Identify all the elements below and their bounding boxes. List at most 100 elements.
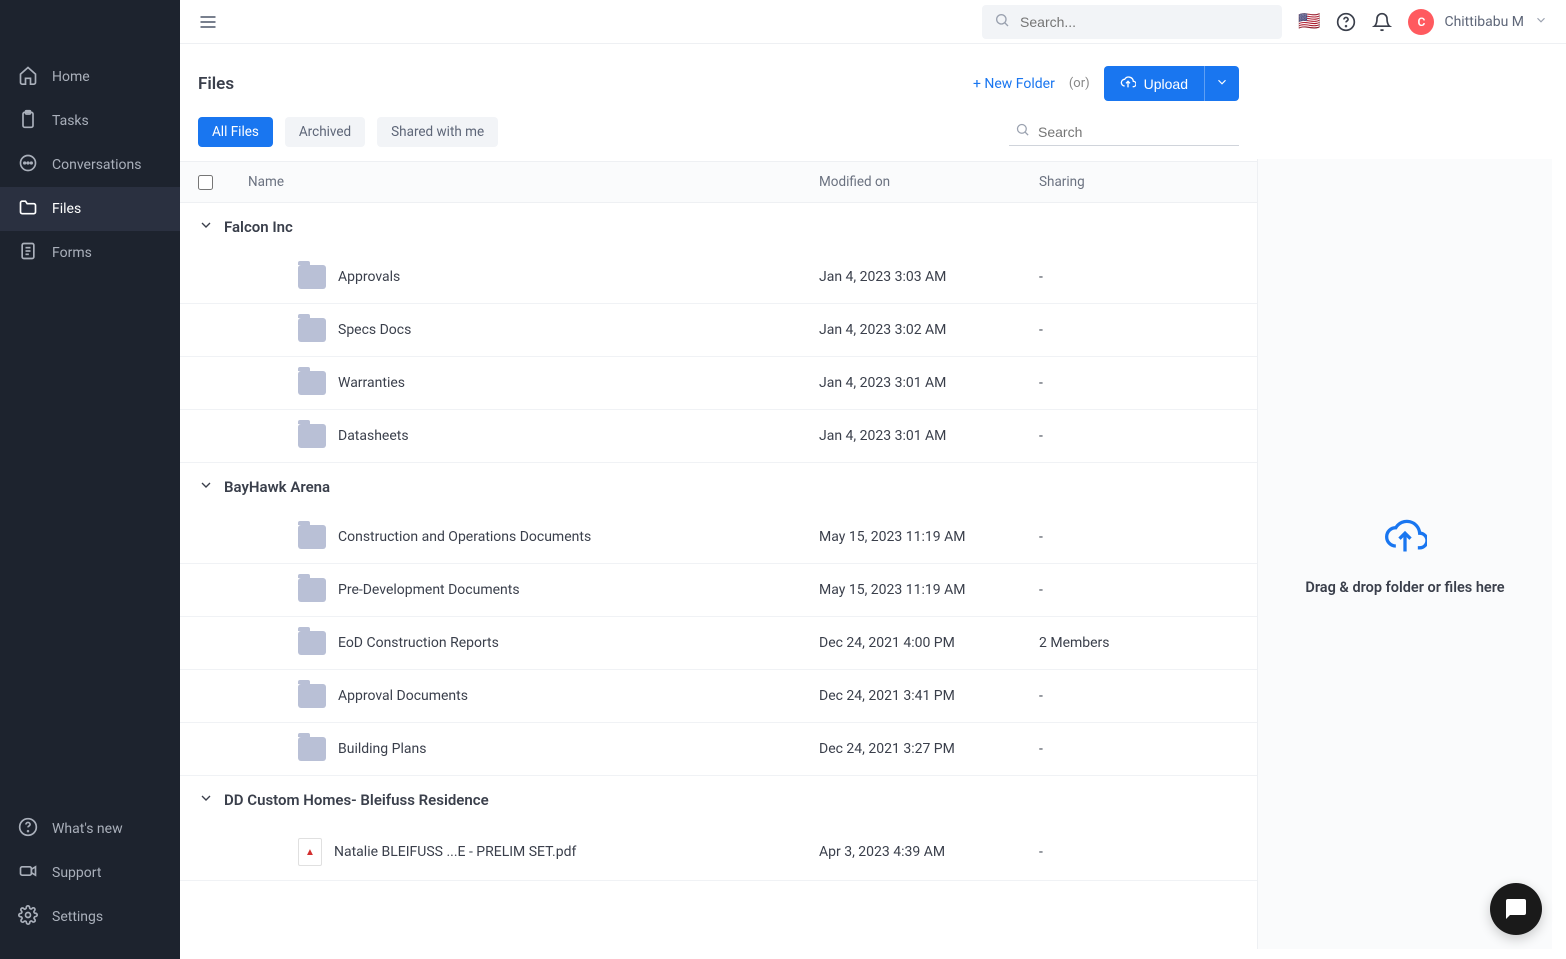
table-row[interactable]: EoD Construction ReportsDec 24, 2021 4:0… <box>180 617 1257 670</box>
table-row[interactable]: Specs DocsJan 4, 2023 3:02 AM- <box>180 304 1257 357</box>
home-icon <box>18 65 38 89</box>
upload-button[interactable]: Upload <box>1104 66 1204 101</box>
language-flag[interactable]: 🇺🇸 <box>1298 11 1320 32</box>
file-name: EoD Construction Reports <box>338 635 499 651</box>
group-name: Falcon Inc <box>224 218 293 236</box>
table-row[interactable]: Warranties Jan 4, 2023 3:01 AM- <box>180 357 1257 410</box>
select-all-checkbox[interactable] <box>198 175 248 190</box>
file-name: Natalie BLEIFUSS ...E - PRELIM SET.pdf <box>334 844 576 860</box>
table-row[interactable]: Datasheets Jan 4, 2023 3:01 AM- <box>180 410 1257 463</box>
file-name: Building Plans <box>338 741 426 757</box>
group-name: DD Custom Homes- Bleifuss Residence <box>224 791 489 809</box>
user-menu[interactable]: C Chittibabu M <box>1408 9 1548 35</box>
drop-text: Drag & drop folder or files here <box>1305 579 1504 596</box>
table-row[interactable]: Construction and Operations DocumentsMay… <box>180 511 1257 564</box>
hamburger-menu-button[interactable] <box>198 12 218 32</box>
page-header: Files + New Folder (or) Upload <box>180 44 1257 117</box>
sidebar-item-tasks[interactable]: Tasks <box>0 99 180 143</box>
file-name: Approval Documents <box>338 688 468 704</box>
search-icon <box>1015 122 1030 141</box>
file-modified: Jan 4, 2023 3:01 AM <box>819 428 1039 444</box>
table-row[interactable]: Approval DocumentsDec 24, 2021 3:41 PM- <box>180 670 1257 723</box>
form-icon <box>18 241 38 265</box>
file-modified: Jan 4, 2023 3:02 AM <box>819 322 1039 338</box>
file-name: Pre-Development Documents <box>338 582 520 598</box>
upload-button-group: Upload <box>1104 66 1239 101</box>
group-header[interactable]: BayHawk Arena <box>180 463 1257 511</box>
chat-fab-button[interactable] <box>1490 883 1542 935</box>
topbar: 🇺🇸 C Chittibabu M <box>180 0 1566 44</box>
content-left: Files + New Folder (or) Upload <box>180 44 1257 959</box>
folder-icon <box>298 265 326 289</box>
sidebar-item-files[interactable]: Files <box>0 187 180 231</box>
file-modified: Jan 4, 2023 3:03 AM <box>819 269 1039 285</box>
tab-shared-with-me[interactable]: Shared with me <box>377 117 498 147</box>
file-sharing: - <box>1039 428 1239 444</box>
drop-zone[interactable]: Drag & drop folder or files here <box>1257 159 1552 949</box>
folder-icon <box>298 371 326 395</box>
folder-icon <box>18 197 38 221</box>
avatar: C <box>1408 9 1434 35</box>
upload-dropdown-button[interactable] <box>1204 66 1239 101</box>
table-row[interactable]: Pre-Development DocumentsMay 15, 2023 11… <box>180 564 1257 617</box>
global-search[interactable] <box>982 5 1282 39</box>
column-name[interactable]: Name <box>248 174 819 190</box>
group-header[interactable]: DD Custom Homes- Bleifuss Residence <box>180 776 1257 824</box>
sidebar-item-label: Files <box>52 201 81 217</box>
content: Files + New Folder (or) Upload <box>180 44 1566 959</box>
table-row[interactable]: Building PlansDec 24, 2021 3:27 PM- <box>180 723 1257 776</box>
chat-icon <box>18 153 38 177</box>
file-name: Approvals <box>338 269 400 285</box>
main: 🇺🇸 C Chittibabu M Files + New Folder (or… <box>180 0 1566 959</box>
header-actions: + New Folder (or) Upload <box>973 66 1239 101</box>
table-row[interactable]: ApprovalsJan 4, 2023 3:03 AM- <box>180 251 1257 304</box>
sidebar-bottom: What's newSupport Settings <box>0 807 180 959</box>
chevron-down-icon <box>198 790 214 810</box>
file-sharing: - <box>1039 322 1239 338</box>
sidebar-item-settings[interactable]: Settings <box>0 895 180 939</box>
file-modified: Jan 4, 2023 3:01 AM <box>819 375 1039 391</box>
files-search-input[interactable] <box>1038 124 1233 140</box>
video-icon <box>18 861 38 885</box>
folder-icon <box>298 525 326 549</box>
notification-bell-icon[interactable] <box>1372 12 1392 32</box>
files-table[interactable]: Name Modified on Sharing Falcon Inc Appro… <box>180 161 1257 959</box>
file-name: Datasheets <box>338 428 409 444</box>
gear-icon <box>18 905 38 929</box>
chevron-down-icon <box>198 477 214 497</box>
new-folder-link[interactable]: + New Folder <box>973 76 1055 92</box>
sidebar-item-forms[interactable]: Forms <box>0 231 180 275</box>
folder-icon <box>298 737 326 761</box>
sidebar-top: Home TasksConversations Files Forms <box>0 0 180 807</box>
tab-all-files[interactable]: All Files <box>198 117 273 147</box>
sidebar-item-label: Forms <box>52 245 92 261</box>
sidebar-item-label: Home <box>52 69 90 85</box>
column-modified[interactable]: Modified on <box>819 174 1039 190</box>
file-sharing: - <box>1039 375 1239 391</box>
folder-icon <box>298 318 326 342</box>
files-search[interactable] <box>1009 118 1239 146</box>
chevron-down-icon <box>1534 13 1548 31</box>
file-modified: Dec 24, 2021 3:27 PM <box>819 741 1039 757</box>
or-text: (or) <box>1069 76 1090 91</box>
folder-icon <box>298 578 326 602</box>
tabs-row: All Files Archived Shared with me <box>180 117 1257 161</box>
sidebar-item-support[interactable]: Support <box>0 851 180 895</box>
file-sharing: - <box>1039 529 1239 545</box>
file-name: Warranties <box>338 375 405 391</box>
help-icon[interactable] <box>1336 12 1356 32</box>
global-search-input[interactable] <box>1020 14 1270 30</box>
tab-archived[interactable]: Archived <box>285 117 365 147</box>
sidebar-item-what-s-new[interactable]: What's new <box>0 807 180 851</box>
upload-label: Upload <box>1144 76 1188 92</box>
table-row[interactable]: Natalie BLEIFUSS ...E - PRELIM SET.pdfAp… <box>180 824 1257 881</box>
sidebar: Home TasksConversations Files Forms What's … <box>0 0 180 959</box>
cloud-upload-icon <box>1383 513 1427 561</box>
sidebar-item-conversations[interactable]: Conversations <box>0 143 180 187</box>
group-header[interactable]: Falcon Inc <box>180 203 1257 251</box>
sidebar-item-label: Settings <box>52 909 103 925</box>
column-sharing[interactable]: Sharing <box>1039 174 1239 190</box>
page-title: Files <box>198 74 234 94</box>
group-name: BayHawk Arena <box>224 478 330 496</box>
sidebar-item-home[interactable]: Home <box>0 55 180 99</box>
